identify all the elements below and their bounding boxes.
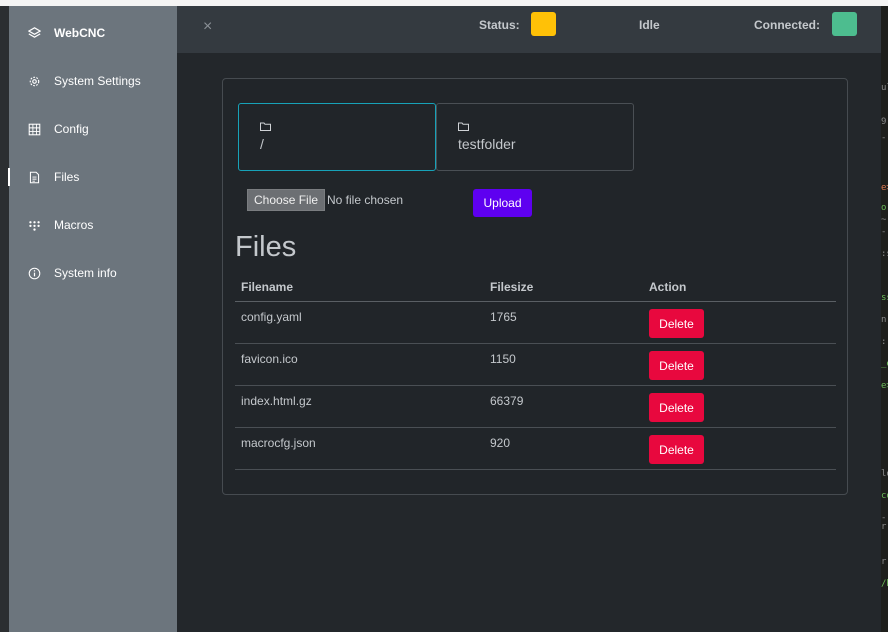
sidebar-item-system-info[interactable]: System info — [9, 257, 177, 289]
file-manager-card: / testfolder Choose File No file chosen … — [222, 78, 848, 495]
status-indicator — [531, 12, 556, 36]
sidebar-item-config[interactable]: Config — [9, 113, 177, 145]
filesize-cell: 1150 — [490, 352, 516, 366]
machine-state: Idle — [639, 18, 660, 32]
files-table: Filename Filesize Action config.yaml 176… — [235, 274, 836, 470]
grid-icon — [28, 123, 41, 136]
dots-grid-icon — [28, 219, 41, 232]
folder-card-root[interactable]: / — [238, 103, 436, 171]
table-header: Filename Filesize Action — [235, 274, 836, 302]
sidebar-item-label: WebCNC — [54, 26, 106, 40]
delete-button[interactable]: Delete — [649, 393, 704, 422]
filename-cell: macrocfg.json — [241, 436, 316, 450]
window-left-edge — [0, 6, 9, 632]
filename-cell: index.html.gz — [241, 394, 312, 408]
info-icon — [28, 267, 41, 280]
file-input-status: No file chosen — [327, 193, 404, 207]
file-icon — [28, 171, 41, 184]
column-header-action: Action — [649, 280, 687, 294]
filename-cell: config.yaml — [241, 310, 302, 324]
top-bar: × Status: Idle Connected: — [177, 6, 881, 53]
filesize-cell: 66379 — [490, 394, 524, 408]
delete-button[interactable]: Delete — [649, 435, 704, 464]
choose-file-button[interactable]: Choose File — [247, 189, 326, 211]
sidebar-item-files[interactable]: Files — [8, 161, 177, 193]
sidebar-item-label: Macros — [54, 218, 94, 232]
background-editor-edge: ul 9 - e> or ~ - :s ss n :: _e e> lo co … — [881, 6, 888, 632]
gear-icon — [28, 75, 41, 88]
filename-cell: favicon.ico — [241, 352, 298, 366]
sidebar-item-macros[interactable]: Macros — [9, 209, 177, 241]
sidebar-item-label: Config — [54, 122, 89, 136]
upload-button[interactable]: Upload — [473, 189, 532, 217]
folder-name: / — [260, 136, 264, 152]
folder-icon — [260, 118, 271, 131]
folder-card-testfolder[interactable]: testfolder — [436, 103, 634, 171]
column-header-filename: Filename — [241, 280, 294, 294]
table-row: favicon.ico 1150 Delete — [235, 344, 836, 386]
folder-name: testfolder — [458, 136, 516, 152]
status-label: Status: — [479, 18, 520, 32]
delete-button[interactable]: Delete — [649, 351, 704, 380]
sidebar-item-system-settings[interactable]: System Settings — [9, 65, 177, 97]
sidebar-item-label: System info — [54, 266, 117, 280]
column-header-filesize: Filesize — [490, 280, 534, 294]
filesize-cell: 1765 — [490, 310, 517, 324]
table-row: index.html.gz 66379 Delete — [235, 386, 836, 428]
sidebar-item-label: System Settings — [54, 74, 141, 88]
sidebar-item-webcnc[interactable]: WebCNC — [9, 17, 177, 49]
delete-button[interactable]: Delete — [649, 309, 704, 338]
layers-icon — [28, 26, 41, 40]
sidebar: WebCNC System Settings Config Files Macr… — [8, 6, 177, 632]
connection-indicator — [832, 12, 857, 36]
connected-label: Connected: — [754, 18, 820, 32]
table-row: macrocfg.json 920 Delete — [235, 428, 836, 470]
table-row: config.yaml 1765 Delete — [235, 302, 836, 344]
close-icon[interactable]: × — [203, 18, 212, 36]
filesize-cell: 920 — [490, 436, 511, 450]
sidebar-item-label: Files — [54, 170, 80, 184]
folder-icon — [458, 118, 469, 131]
files-heading: Files — [235, 231, 297, 263]
